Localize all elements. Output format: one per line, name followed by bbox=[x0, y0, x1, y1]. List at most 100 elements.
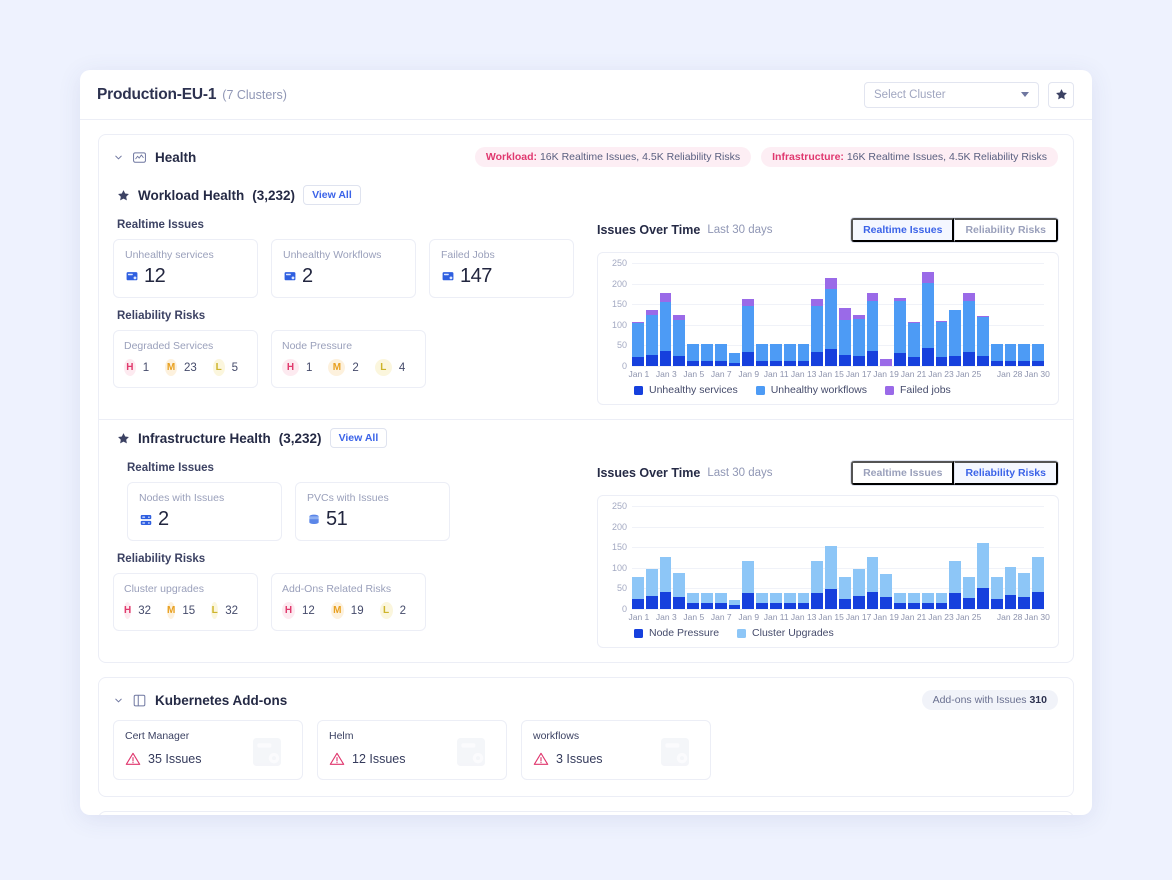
chart-bar[interactable] bbox=[797, 344, 810, 366]
chart-bar[interactable] bbox=[866, 557, 879, 609]
chart-bar[interactable] bbox=[769, 344, 782, 366]
legend-item[interactable]: Node Pressure bbox=[634, 627, 719, 639]
chart-bar[interactable] bbox=[976, 315, 989, 366]
legend-item[interactable]: Failed jobs bbox=[885, 384, 951, 396]
addon-card[interactable]: workflows 3 Issues bbox=[521, 720, 711, 780]
chart-bar[interactable] bbox=[907, 592, 920, 609]
chart-bar[interactable] bbox=[1018, 573, 1031, 609]
chart-bar[interactable] bbox=[769, 592, 782, 609]
chart-bar[interactable] bbox=[949, 309, 962, 366]
favorite-button[interactable] bbox=[1048, 81, 1074, 108]
chart-bar[interactable] bbox=[742, 298, 755, 366]
chart-bar[interactable] bbox=[645, 309, 658, 366]
chart-bar[interactable] bbox=[700, 592, 713, 609]
chart-bar[interactable] bbox=[687, 344, 699, 366]
toggle-reliability-risks[interactable]: Reliability Risks bbox=[954, 218, 1058, 242]
chart-bar[interactable] bbox=[632, 577, 644, 609]
addon-card[interactable]: Cert Manager 35 Issues bbox=[113, 720, 303, 780]
chart-bar[interactable] bbox=[866, 292, 879, 366]
chart-bar[interactable] bbox=[728, 599, 741, 609]
chart-bar[interactable] bbox=[714, 592, 727, 609]
chart-bar[interactable] bbox=[783, 344, 796, 366]
chart-bar[interactable] bbox=[852, 314, 865, 366]
workload-chart[interactable]: 0 50 100 150 200 250 Jan 1 Jan 3 Jan 5 Jan 7 Jan … bbox=[597, 252, 1059, 405]
legend-item[interactable]: Cluster Upgrades bbox=[737, 627, 834, 639]
risk-card[interactable]: Degraded Services H 1 M 23 L 5 bbox=[113, 330, 258, 388]
x-axis-tick-label: Jan 21 bbox=[900, 612, 927, 622]
chart-bar[interactable] bbox=[1032, 556, 1044, 609]
infrastructure-chart[interactable]: 0 50 100 150 200 250 Jan 1 Jan 3 Jan 5 Jan 7 Jan … bbox=[597, 495, 1059, 648]
toggle-realtime-issues[interactable]: Realtime Issues bbox=[851, 461, 955, 485]
star-icon[interactable] bbox=[117, 189, 130, 202]
chart-bar[interactable] bbox=[907, 321, 920, 366]
chart-bar[interactable] bbox=[797, 592, 810, 609]
chart-bar[interactable] bbox=[756, 592, 768, 609]
chart-bar[interactable] bbox=[1004, 344, 1017, 366]
chart-bar[interactable] bbox=[949, 560, 962, 609]
workload-view-all-button[interactable]: View All bbox=[303, 185, 361, 205]
chart-bar[interactable] bbox=[659, 292, 672, 366]
chart-bar[interactable] bbox=[1032, 344, 1044, 366]
risk-card[interactable]: Cluster upgrades H 32 M 15 L 32 bbox=[113, 573, 258, 631]
dashboard-scroll-area[interactable]: Health Workload: 16K Realtime Issues, 4.… bbox=[80, 134, 1092, 815]
stat-card[interactable]: Nodes with Issues 2 bbox=[127, 482, 282, 541]
legend-item[interactable]: Unhealthy workflows bbox=[755, 384, 867, 396]
chart-bar[interactable] bbox=[659, 556, 672, 609]
chart-bar[interactable] bbox=[921, 272, 934, 366]
chart-bar[interactable] bbox=[838, 307, 851, 366]
chart-bar[interactable] bbox=[687, 592, 699, 609]
toggle-reliability-risks[interactable]: Reliability Risks bbox=[954, 461, 1058, 485]
risk-card[interactable]: Node Pressure H 1 M 2 L 4 bbox=[271, 330, 426, 388]
chart-x-axis: Jan 1 Jan 3 Jan 5 Jan 7 Jan 9 Jan 11 Jan 13 Jan… bbox=[628, 366, 1049, 380]
chevron-down-icon[interactable] bbox=[111, 693, 125, 707]
risk-card[interactable]: Add-Ons Related Risks H 12 M 19 L 2 bbox=[271, 573, 426, 631]
chart-bar[interactable] bbox=[825, 278, 837, 366]
chart-bar[interactable] bbox=[811, 298, 824, 366]
chart-bar[interactable] bbox=[825, 546, 837, 609]
warning-triangle-icon bbox=[125, 752, 141, 765]
chart-bar-segment bbox=[811, 593, 824, 609]
toggle-realtime-issues[interactable]: Realtime Issues bbox=[851, 218, 955, 242]
chart-bar[interactable] bbox=[935, 321, 948, 366]
chart-bar[interactable] bbox=[852, 569, 865, 609]
chart-bar[interactable] bbox=[811, 561, 824, 609]
chart-bar[interactable] bbox=[714, 344, 727, 366]
stat-card[interactable]: Unhealthy services 12 bbox=[113, 239, 258, 298]
chart-bar[interactable] bbox=[894, 297, 906, 366]
chart-bar-segment bbox=[963, 598, 975, 609]
stat-card[interactable]: Unhealthy Workflows 2 bbox=[271, 239, 416, 298]
infrastructure-view-all-button[interactable]: View All bbox=[329, 428, 388, 448]
addon-card[interactable]: Helm 12 Issues bbox=[317, 720, 507, 780]
chart-bar[interactable] bbox=[783, 592, 796, 609]
chart-bar[interactable] bbox=[645, 569, 658, 609]
chart-bar[interactable] bbox=[632, 321, 644, 366]
stat-card[interactable]: PVCs with Issues 51 bbox=[295, 482, 450, 541]
chart-bar[interactable] bbox=[838, 576, 851, 609]
chart-bar[interactable] bbox=[1018, 344, 1031, 366]
chart-bar[interactable] bbox=[880, 573, 893, 609]
legend-item[interactable]: Unhealthy services bbox=[634, 384, 738, 396]
chart-bar[interactable] bbox=[1004, 566, 1017, 609]
x-axis-tick-label: Jan 13 bbox=[790, 369, 817, 379]
chart-bar[interactable] bbox=[990, 576, 1003, 609]
chart-bar[interactable] bbox=[700, 344, 713, 366]
chart-bar[interactable] bbox=[976, 542, 989, 609]
chart-bar[interactable] bbox=[673, 573, 686, 609]
chart-bar[interactable] bbox=[990, 344, 1003, 366]
chart-bar[interactable] bbox=[880, 359, 893, 366]
chart-bar[interactable] bbox=[963, 576, 975, 609]
chart-bar[interactable] bbox=[894, 592, 906, 609]
select-cluster-dropdown[interactable]: Select Cluster bbox=[864, 81, 1039, 108]
star-icon[interactable] bbox=[117, 432, 130, 445]
chart-bar[interactable] bbox=[728, 353, 741, 366]
chart-bar[interactable] bbox=[935, 592, 948, 609]
chevron-down-icon[interactable] bbox=[111, 150, 125, 164]
stat-card[interactable]: Failed Jobs 147 bbox=[429, 239, 574, 298]
chart-bar[interactable] bbox=[921, 592, 934, 609]
chart-bar[interactable] bbox=[742, 561, 755, 609]
chart-bar-segment bbox=[645, 595, 658, 609]
chart-bar[interactable] bbox=[963, 292, 975, 366]
chart-bar[interactable] bbox=[756, 344, 768, 366]
chart-bars bbox=[632, 506, 1044, 609]
chart-bar[interactable] bbox=[673, 315, 686, 366]
